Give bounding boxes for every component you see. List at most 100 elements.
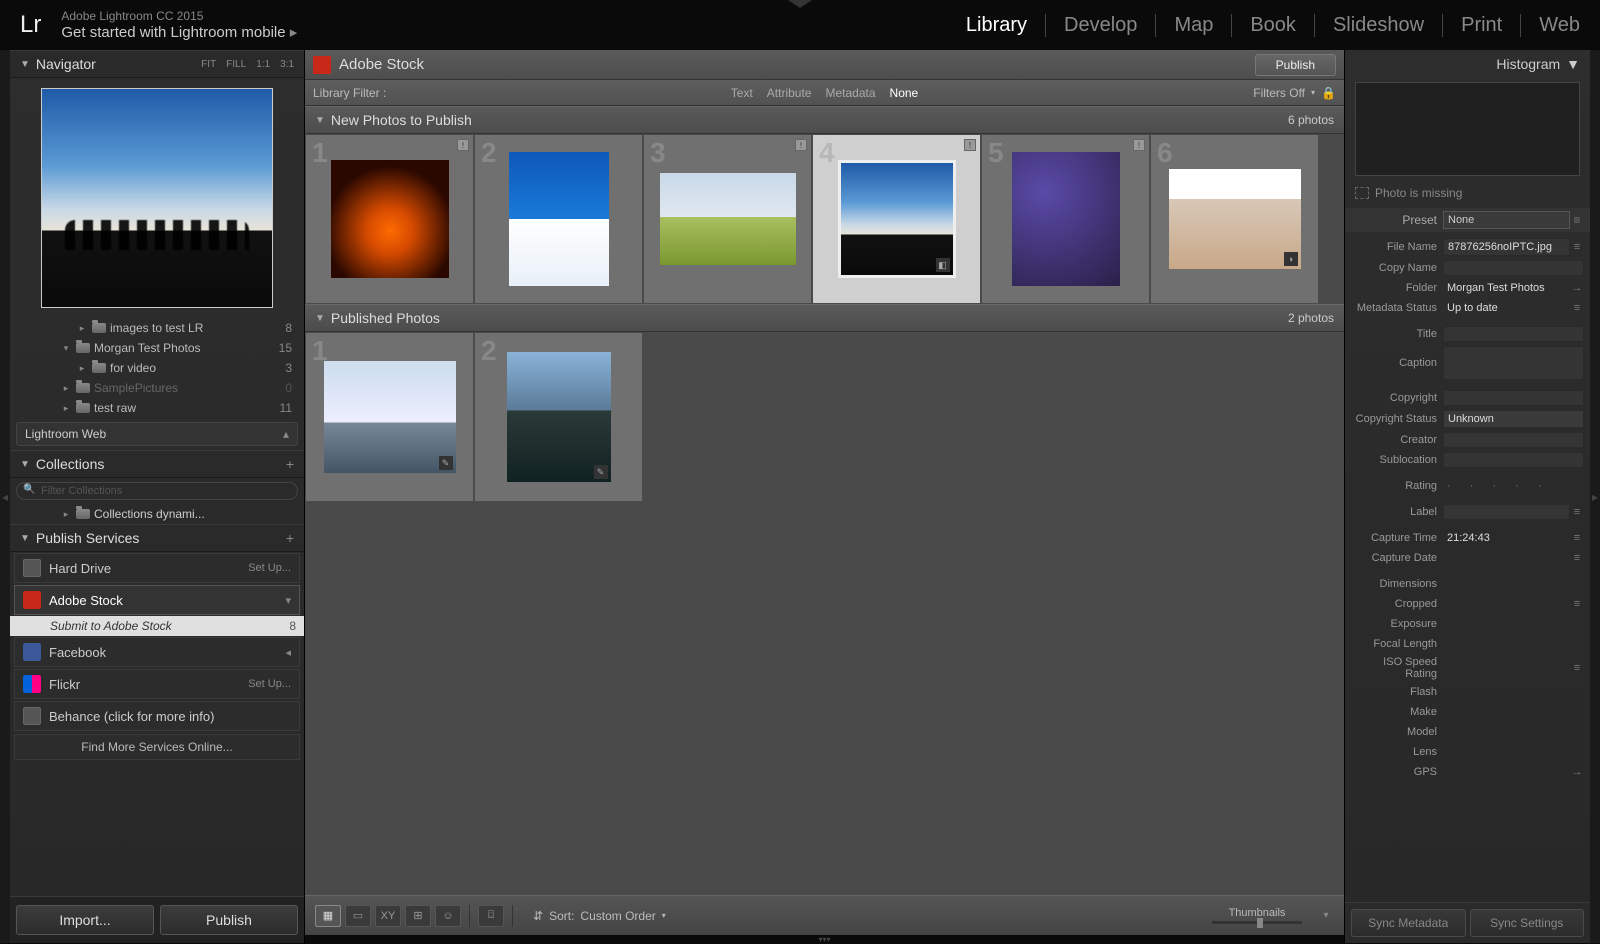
meta-caption[interactable] (1443, 346, 1584, 380)
right-panel-toggle-icon[interactable]: ▸ (1590, 50, 1600, 943)
filmstrip-toggle-icon[interactable]: ▾▾▾ (305, 935, 1344, 943)
preset-dropdown[interactable]: None (1443, 211, 1570, 229)
filter-collections-input[interactable]: Filter Collections (16, 482, 298, 500)
panel-notch-icon[interactable] (788, 0, 812, 8)
meta-copyright-status[interactable]: Unknown (1443, 410, 1584, 428)
service-flickr[interactable]: FlickrSet Up... (14, 669, 300, 699)
find-more-services-button[interactable]: Find More Services Online... (14, 734, 300, 760)
folder-icon (76, 383, 90, 393)
add-service-icon[interactable]: + (286, 530, 294, 546)
meta-rating[interactable]: · · · · · (1443, 478, 1584, 494)
menu-icon[interactable]: ≡ (1570, 662, 1584, 674)
menu-icon[interactable]: ≡ (1570, 598, 1584, 610)
service-adobe-stock[interactable]: Adobe Stock▾ (14, 585, 300, 615)
get-started-link[interactable]: Get started with Lightroom mobile (61, 23, 297, 41)
goto-icon[interactable]: → (1570, 766, 1584, 778)
sort-direction-icon[interactable]: ⇵ (533, 909, 543, 923)
thumbnail[interactable]: 1! (306, 135, 473, 303)
thumbnail[interactable]: 2 (475, 135, 642, 303)
sync-metadata-button[interactable]: Sync Metadata (1351, 909, 1466, 937)
view-survey-button[interactable]: ⊞ (405, 905, 431, 927)
meta-sublocation[interactable] (1443, 452, 1584, 468)
folder-row[interactable]: ▾Morgan Test Photos15 (10, 338, 304, 358)
publish-services-header[interactable]: ▼ Publish Services + (10, 524, 304, 552)
view-grid-button[interactable]: ▦ (315, 905, 341, 927)
folder-row[interactable]: ▸SamplePictures0 (10, 378, 304, 398)
add-collection-icon[interactable]: + (286, 456, 294, 472)
menu-icon[interactable]: ≡ (1570, 302, 1584, 314)
nav-slideshow[interactable]: Slideshow (1315, 14, 1443, 37)
thumbnail[interactable]: 2✎ (475, 333, 642, 501)
menu-icon[interactable]: ≡ (1570, 241, 1584, 253)
folder-row[interactable]: ▸images to test LR8 (10, 318, 304, 338)
thumbnail[interactable]: 3! (644, 135, 811, 303)
thumbnail-selected[interactable]: 4!◧ (813, 135, 980, 303)
slider-track[interactable] (1212, 921, 1302, 924)
chevron-down-icon: ▾ (1311, 88, 1315, 97)
menu-icon[interactable]: ≡ (1570, 506, 1584, 518)
thumbnail-size-slider[interactable]: Thumbnails (1212, 907, 1302, 924)
menu-icon[interactable]: ≡ (1570, 532, 1584, 544)
service-behance[interactable]: Behance (click for more info) (14, 701, 300, 731)
lock-icon[interactable]: 🔒 (1321, 86, 1336, 100)
flag-icon[interactable]: ! (964, 139, 976, 151)
folder-row[interactable]: ▸test raw11 (10, 398, 304, 418)
goto-icon[interactable]: → (1570, 282, 1584, 294)
flag-icon[interactable]: ! (795, 139, 807, 151)
navigator-preview[interactable] (10, 78, 304, 318)
sync-settings-button[interactable]: Sync Settings (1470, 909, 1585, 937)
menu-icon[interactable]: ≡ (1570, 552, 1584, 564)
zoom-3to1[interactable]: 3:1 (280, 59, 294, 70)
zoom-fit[interactable]: FIT (201, 59, 216, 70)
library-filter-label: Library Filter : (313, 86, 386, 100)
nav-develop[interactable]: Develop (1046, 14, 1156, 37)
service-hard-drive[interactable]: Hard DriveSet Up... (14, 553, 300, 583)
section-new-photos[interactable]: ▼ New Photos to Publish 6 photos (305, 106, 1344, 134)
left-panel-toggle-icon[interactable]: ◂ (0, 50, 10, 943)
toolbar-collapse-icon[interactable]: ▾ (1318, 908, 1334, 924)
zoom-fill[interactable]: FILL (226, 59, 246, 70)
meta-creator[interactable] (1443, 432, 1584, 448)
menu-icon[interactable]: ≡ (1570, 213, 1584, 227)
nav-book[interactable]: Book (1232, 14, 1315, 37)
collections-header[interactable]: ▼ Collections + (10, 450, 304, 478)
view-compare-button[interactable]: XY (375, 905, 401, 927)
flag-icon[interactable]: ! (457, 139, 469, 151)
histogram-header[interactable]: Histogram▼ (1345, 50, 1590, 78)
folder-row[interactable]: ▸for video3 (10, 358, 304, 378)
lightroom-web-button[interactable]: Lightroom Web (16, 422, 298, 446)
sort-dropdown[interactable]: Custom Order (580, 909, 655, 923)
spray-tool-button[interactable]: ⌼ (478, 905, 504, 927)
view-people-button[interactable]: ☺ (435, 905, 461, 927)
filter-tab-text[interactable]: Text (731, 86, 753, 100)
nav-map[interactable]: Map (1156, 14, 1232, 37)
navigator-header[interactable]: ▼ Navigator FIT FILL 1:1 3:1 (10, 50, 304, 78)
import-button[interactable]: Import... (16, 905, 154, 935)
meta-file-name[interactable]: 87876256noIPTC.jpg (1443, 238, 1570, 256)
service-adobe-stock-submit[interactable]: Submit to Adobe Stock8 (10, 616, 304, 636)
thumbnail[interactable]: 5! (982, 135, 1149, 303)
nav-print[interactable]: Print (1443, 14, 1521, 37)
service-facebook[interactable]: Facebook◂ (14, 637, 300, 667)
publish-button[interactable]: Publish (160, 905, 298, 935)
meta-title[interactable] (1443, 326, 1584, 342)
zoom-1to1[interactable]: 1:1 (256, 59, 270, 70)
flag-icon[interactable]: ! (1133, 139, 1145, 151)
nav-web[interactable]: Web (1521, 14, 1580, 37)
filter-tab-metadata[interactable]: Metadata (825, 86, 875, 100)
view-loupe-button[interactable]: ▭ (345, 905, 371, 927)
section-published-photos[interactable]: ▼ Published Photos 2 photos (305, 304, 1344, 332)
meta-copy-name[interactable] (1443, 260, 1584, 276)
filter-tab-none[interactable]: None (890, 86, 919, 100)
meta-label[interactable] (1443, 504, 1570, 520)
facebook-icon (23, 643, 41, 661)
filters-off-dropdown[interactable]: Filters Off (1253, 86, 1305, 100)
meta-copyright[interactable] (1443, 390, 1584, 406)
filter-tab-attribute[interactable]: Attribute (767, 86, 812, 100)
thumbnail[interactable]: 1✎ (306, 333, 473, 501)
nav-library[interactable]: Library (948, 14, 1046, 37)
publish-button-header[interactable]: Publish (1255, 54, 1336, 76)
thumbnail[interactable]: 6◑ (1151, 135, 1318, 303)
collection-row[interactable]: ▸Collections dynami... (10, 504, 304, 524)
histogram-display (1355, 82, 1580, 176)
